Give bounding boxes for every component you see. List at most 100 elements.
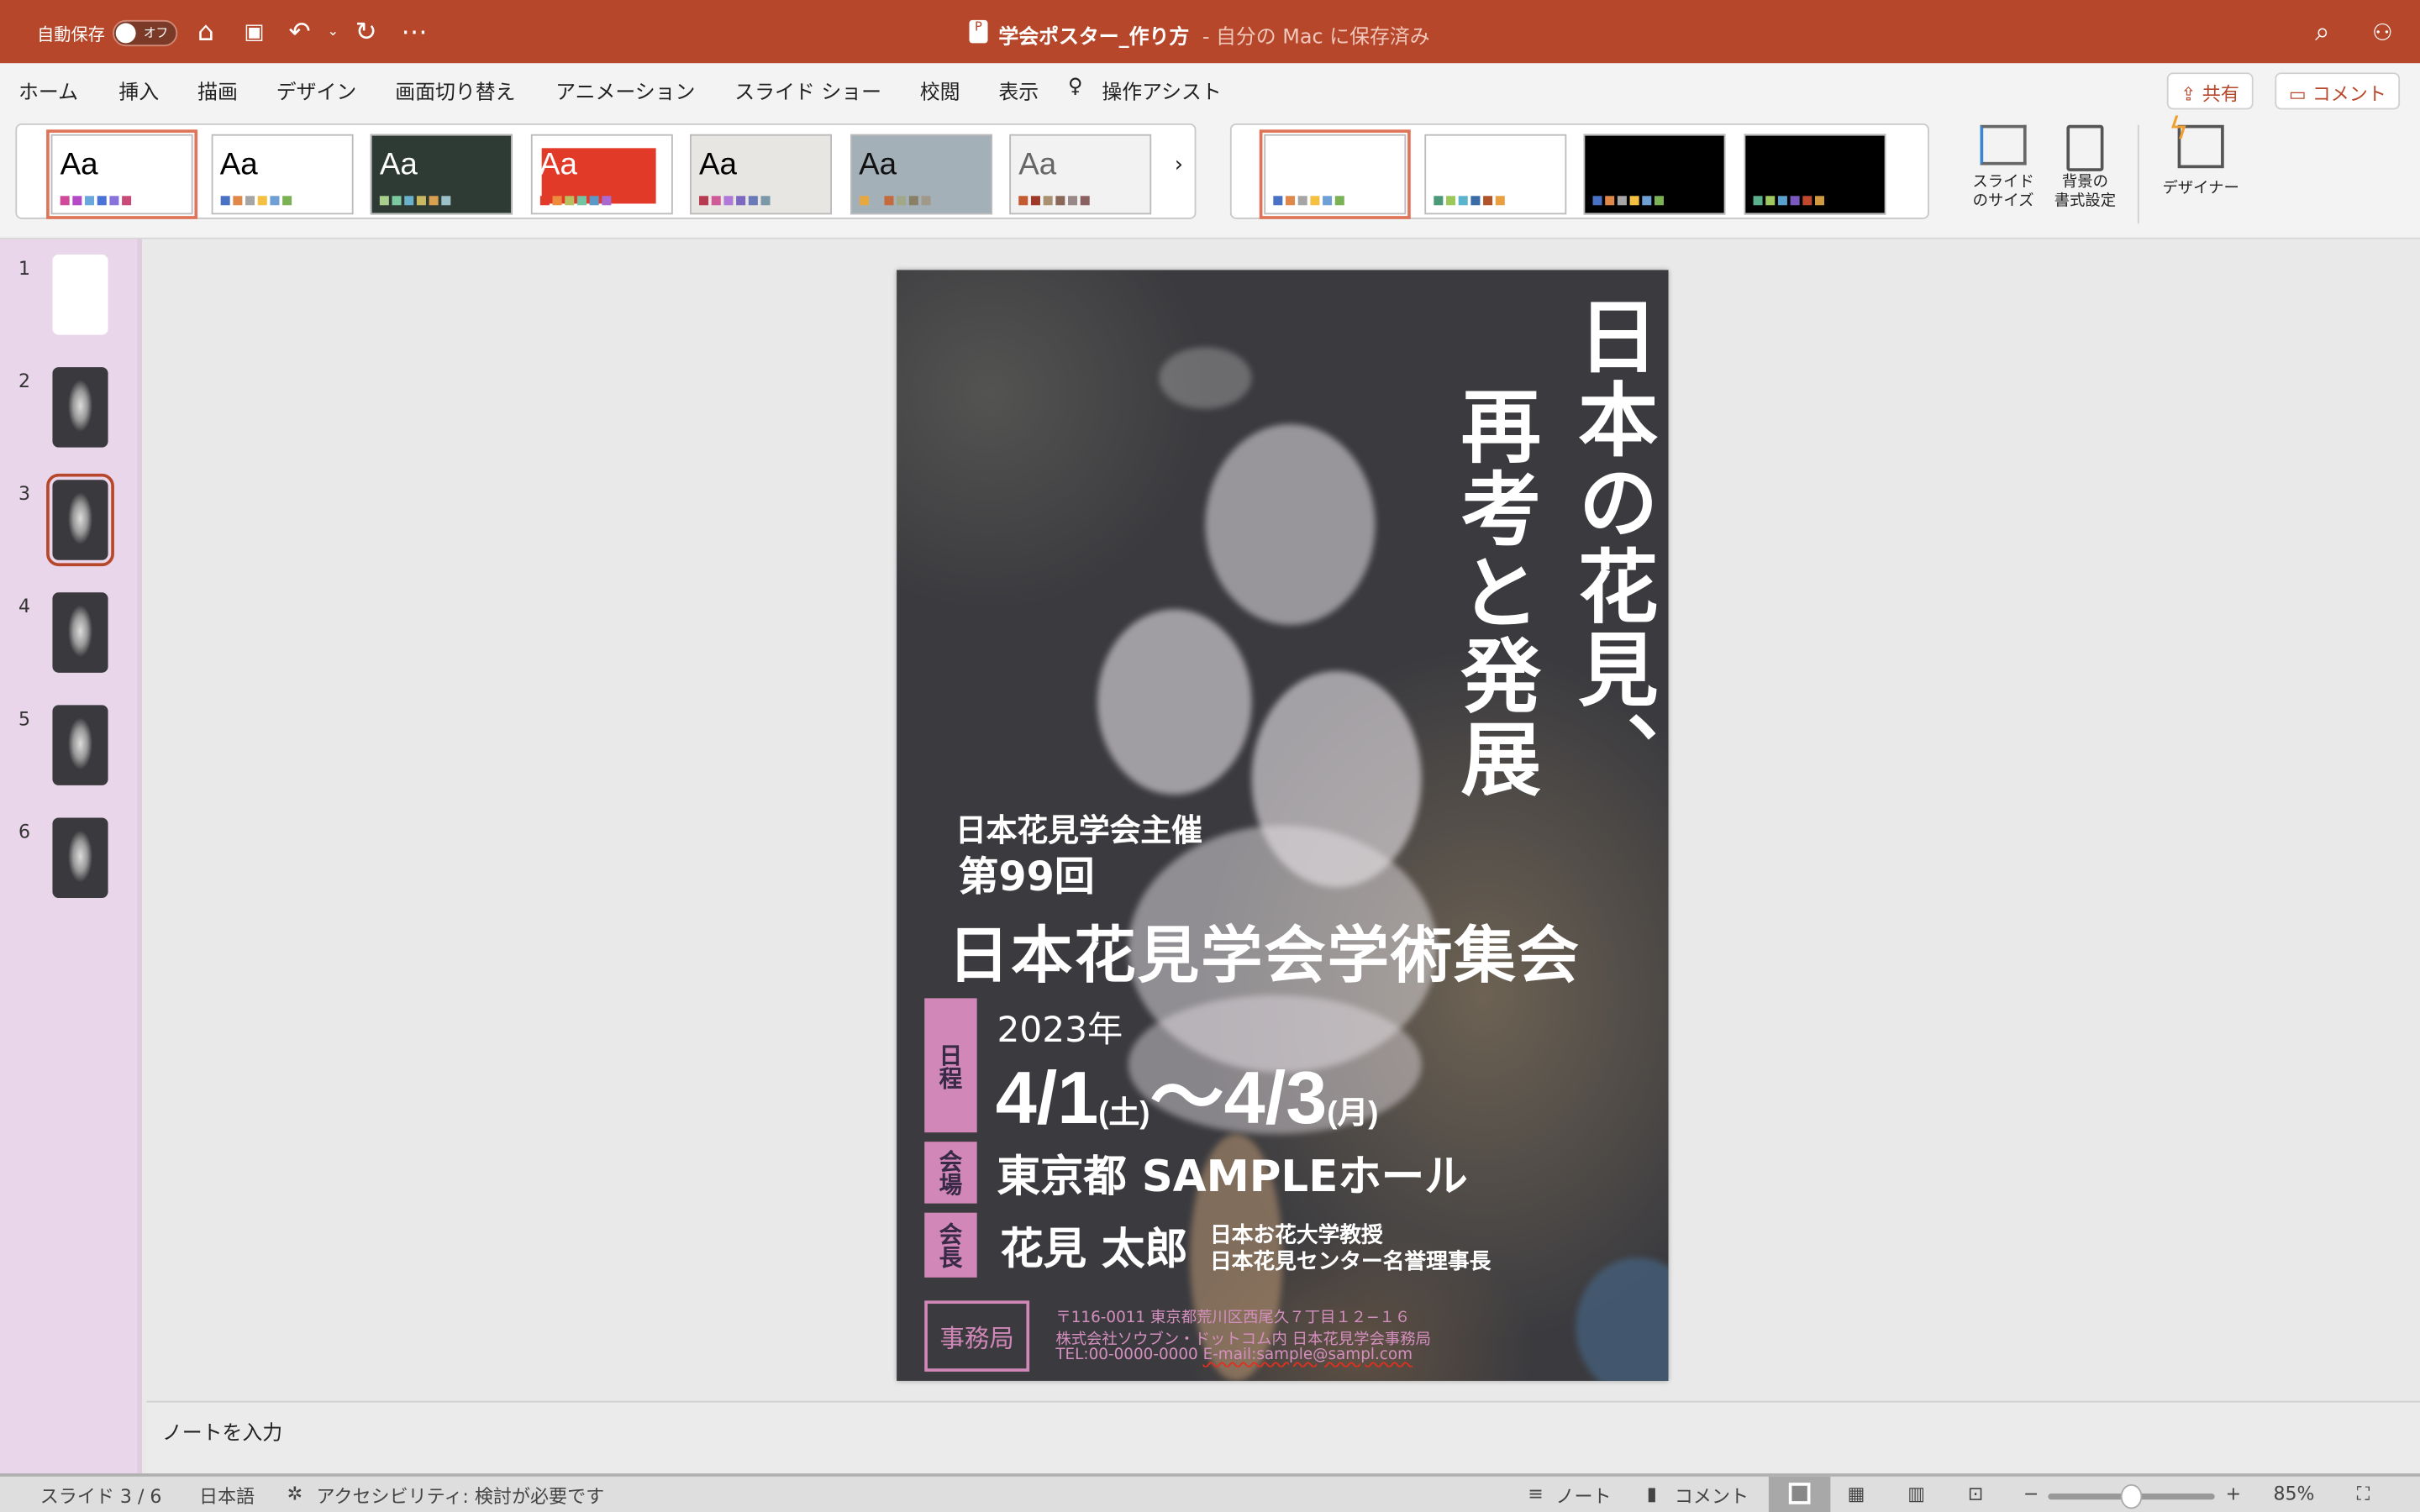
color-swatch bbox=[1334, 196, 1344, 206]
color-swatch bbox=[551, 196, 561, 206]
format-background-button[interactable]: 背景の 書式設定 bbox=[2047, 124, 2124, 212]
undo-dropdown-icon[interactable]: ⌄ bbox=[327, 17, 339, 48]
reading-view-icon[interactable]: ▥ bbox=[1907, 1483, 1925, 1504]
tab-draw[interactable]: 描画 bbox=[197, 76, 238, 105]
variant-color-swatches bbox=[1752, 196, 1824, 206]
share-button[interactable]: ⇪ 共有 bbox=[2166, 72, 2254, 110]
slide-canvas[interactable]: 日本の花見、 再考と発展 日本花見学会主催 第99回 日本花見学会学術集会 日程… bbox=[897, 270, 1669, 1381]
theme-option[interactable]: Aa bbox=[690, 134, 833, 215]
notes-placeholder[interactable]: ノートを入力 bbox=[162, 1416, 282, 1446]
tab-view[interactable]: 表示 bbox=[998, 76, 1039, 105]
blossom bbox=[1097, 609, 1252, 795]
tab-transitions[interactable]: 画面切り替え bbox=[395, 76, 515, 105]
notes-pane[interactable]: ノートを入力 bbox=[146, 1400, 2420, 1474]
poster-chair-name: 花見 太郎 bbox=[1000, 1223, 1188, 1275]
search-icon[interactable]: ⌕ bbox=[2315, 17, 2330, 48]
slide-number: 5 bbox=[18, 708, 31, 730]
color-swatch bbox=[232, 196, 242, 206]
slide-thumbnail[interactable] bbox=[46, 473, 114, 567]
redo-icon[interactable]: ↻ bbox=[355, 17, 376, 48]
notes-toggle[interactable]: ノート bbox=[1555, 1483, 1611, 1509]
theme-option[interactable]: Aa bbox=[46, 129, 198, 219]
powerpoint-file-icon: P bbox=[969, 19, 988, 44]
chevron-right-icon[interactable]: › bbox=[1175, 153, 1183, 177]
theme-option[interactable]: Aa bbox=[1009, 134, 1152, 215]
slide-thumbnail[interactable] bbox=[52, 705, 108, 785]
color-swatch bbox=[109, 196, 119, 206]
designer-button[interactable]: ϟ デザイナー bbox=[2154, 113, 2247, 199]
tab-design[interactable]: デザイン bbox=[276, 76, 357, 119]
slide-thumbnail[interactable] bbox=[52, 817, 108, 898]
variant-option[interactable] bbox=[1743, 134, 1886, 215]
tab-insert[interactable]: 挿入 bbox=[118, 76, 159, 105]
slide-thumbnail[interactable] bbox=[52, 592, 108, 673]
tab-tell-me[interactable]: 操作アシスト bbox=[1102, 76, 1221, 105]
tab-animations[interactable]: アニメーション bbox=[555, 76, 695, 105]
theme-option[interactable]: Aa bbox=[370, 134, 513, 215]
zoom-in-button[interactable]: + bbox=[2226, 1483, 2241, 1504]
slide-size-label-2: のサイズ bbox=[1972, 192, 2034, 210]
theme-color-swatches bbox=[60, 196, 132, 206]
slide-number: 6 bbox=[18, 821, 31, 843]
comment-button[interactable]: ▭ コメント bbox=[2275, 72, 2401, 110]
color-swatch bbox=[1605, 196, 1615, 206]
color-swatch bbox=[871, 196, 881, 206]
zoom-level[interactable]: 85% bbox=[2274, 1483, 2315, 1504]
zoom-slider-thumb[interactable] bbox=[2120, 1483, 2143, 1509]
zoom-out-button[interactable]: − bbox=[2023, 1483, 2039, 1504]
tab-home[interactable]: ホーム bbox=[18, 76, 78, 105]
color-swatch bbox=[392, 196, 402, 206]
normal-view-button[interactable] bbox=[1768, 1476, 1831, 1512]
account-icon[interactable]: ⚇ bbox=[2372, 17, 2393, 48]
color-swatch bbox=[85, 196, 95, 206]
slide-sorter-icon[interactable]: ▦ bbox=[1848, 1483, 1865, 1504]
share-label: 共有 bbox=[2202, 83, 2239, 105]
theme-option[interactable]: Aa bbox=[850, 134, 992, 215]
color-swatch bbox=[588, 196, 598, 206]
document-title[interactable]: 学会ポスター_作り方 bbox=[998, 20, 1189, 50]
color-swatch bbox=[1752, 196, 1762, 206]
slide-thumbnail[interactable] bbox=[52, 255, 108, 335]
color-swatch bbox=[1457, 196, 1467, 206]
theme-option[interactable]: Aa bbox=[529, 134, 672, 215]
variant-option[interactable] bbox=[1583, 134, 1726, 215]
zoom-slider[interactable] bbox=[2048, 1483, 2215, 1509]
slide-thumbnail[interactable] bbox=[52, 367, 108, 448]
variant-option[interactable] bbox=[1259, 129, 1411, 219]
blossom bbox=[1205, 424, 1376, 625]
variant-option[interactable] bbox=[1423, 134, 1566, 215]
ribbon-tabs: ホーム 挿入 描画 デザイン 画面切り替え アニメーション スライド ショー 校… bbox=[0, 63, 2420, 119]
home-icon[interactable]: ⌂ bbox=[197, 17, 214, 48]
slide-size-button[interactable]: スライド のサイズ bbox=[1960, 124, 2047, 212]
color-swatch bbox=[256, 196, 266, 206]
theme-color-swatches bbox=[859, 196, 930, 206]
accessibility-status[interactable]: アクセシビリティ: 検討が必要です bbox=[317, 1483, 605, 1509]
slide-thumbnails-panel[interactable]: 1 2 3 4 5 6 bbox=[0, 239, 142, 1474]
color-swatch bbox=[723, 196, 734, 206]
theme-color-swatches bbox=[699, 196, 771, 206]
designer-icon: ϟ bbox=[2169, 113, 2224, 169]
slideshow-icon[interactable]: ⊡ bbox=[1968, 1483, 1983, 1504]
tab-slideshow[interactable]: スライド ショー bbox=[734, 76, 881, 105]
color-swatch bbox=[1482, 196, 1492, 206]
status-bar: スライド 3 / 6 日本語 ✲ アクセシビリティ: 検討が必要です ≡ ノート… bbox=[0, 1473, 2420, 1512]
color-swatch bbox=[245, 196, 255, 206]
comments-toggle[interactable]: コメント bbox=[1675, 1483, 1749, 1509]
language-status[interactable]: 日本語 bbox=[199, 1483, 255, 1509]
save-icon[interactable]: ▣ bbox=[244, 17, 264, 48]
theme-color-swatches bbox=[539, 196, 611, 206]
fit-to-window-icon[interactable]: ⛶ bbox=[2357, 1483, 2370, 1506]
slide-counter: スライド 3 / 6 bbox=[39, 1485, 162, 1508]
color-swatch bbox=[896, 196, 906, 206]
undo-icon[interactable]: ↶ bbox=[288, 17, 310, 48]
office-contact: TEL:00-0000-0000 E-mail:sample@sampl.com bbox=[1055, 1347, 1413, 1363]
color-swatch bbox=[1494, 196, 1504, 206]
autosave-toggle[interactable]: オフ bbox=[113, 19, 178, 47]
color-swatch bbox=[859, 196, 869, 206]
color-swatch bbox=[736, 196, 746, 206]
theme-option[interactable]: Aa bbox=[210, 134, 353, 215]
color-swatch bbox=[1445, 196, 1455, 206]
save-status[interactable]: - 自分の Mac に保存済み bbox=[1202, 20, 1430, 50]
more-icon[interactable]: ⋯ bbox=[402, 17, 428, 48]
tab-review[interactable]: 校閲 bbox=[920, 76, 960, 105]
